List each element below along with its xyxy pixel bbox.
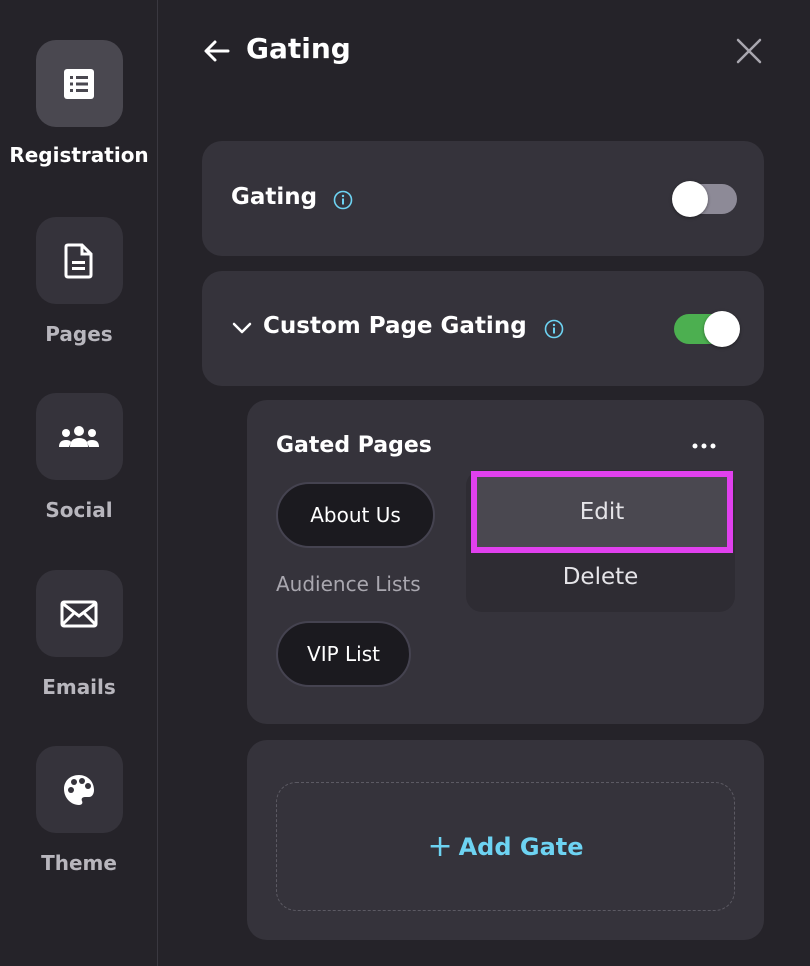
sidebar-item-label: Theme [41,851,117,875]
chevron-down-icon[interactable] [232,320,252,336]
nav-tile[interactable] [35,746,123,833]
sidebar-item-registration[interactable]: Registration [0,40,158,167]
sidebar-item-label: Registration [9,143,149,167]
custom-page-gating-toggle[interactable] [674,311,740,347]
people-icon [59,425,99,447]
audience-chip-vip-list[interactable]: VIP List [276,621,411,687]
more-options-icon[interactable] [690,436,718,456]
close-icon[interactable] [735,37,763,65]
menu-item-edit[interactable]: Edit [471,471,733,553]
gating-label: Gating [231,184,318,210]
toggle-knob [704,311,740,347]
sidebar-item-social[interactable]: Social [0,393,158,522]
info-icon[interactable] [544,319,564,339]
sidebar-item-label: Pages [45,322,113,346]
gating-toggle[interactable] [672,181,737,217]
palette-icon [64,774,94,805]
nav-tile[interactable] [35,570,123,657]
sidebar-item-emails[interactable]: Emails [0,570,158,699]
sidebar-item-label: Emails [42,675,116,699]
nav-tile[interactable] [35,217,123,304]
add-gate-button[interactable]: + Add Gate [276,782,735,911]
sidebar-item-theme[interactable]: Theme [0,746,158,875]
plus-icon: + [427,828,453,864]
custom-page-gating-label: Custom Page Gating [263,313,527,339]
envelope-icon [60,600,98,627]
menu-item-delete[interactable]: Delete [466,552,735,602]
toggle-knob [672,181,708,217]
page-title: Gating [246,32,351,65]
info-icon[interactable] [333,190,353,210]
custom-page-gating-card: Custom Page Gating [202,271,764,386]
nav-tile[interactable] [35,40,123,127]
sidebar-item-pages[interactable]: Pages [0,217,158,346]
document-icon [64,243,93,278]
list-icon [64,68,94,99]
add-gate-label: Add Gate [458,832,584,861]
sidebar: Registration Pages Social Emails Theme [0,0,158,966]
gated-pages-title: Gated Pages [276,433,432,458]
back-arrow-icon[interactable] [202,36,232,66]
page-chip-about-us[interactable]: About Us [276,482,435,548]
gating-card: Gating [202,141,764,256]
nav-tile[interactable] [35,393,123,480]
sidebar-item-label: Social [45,498,113,522]
audience-lists-heading: Audience Lists [276,572,421,596]
